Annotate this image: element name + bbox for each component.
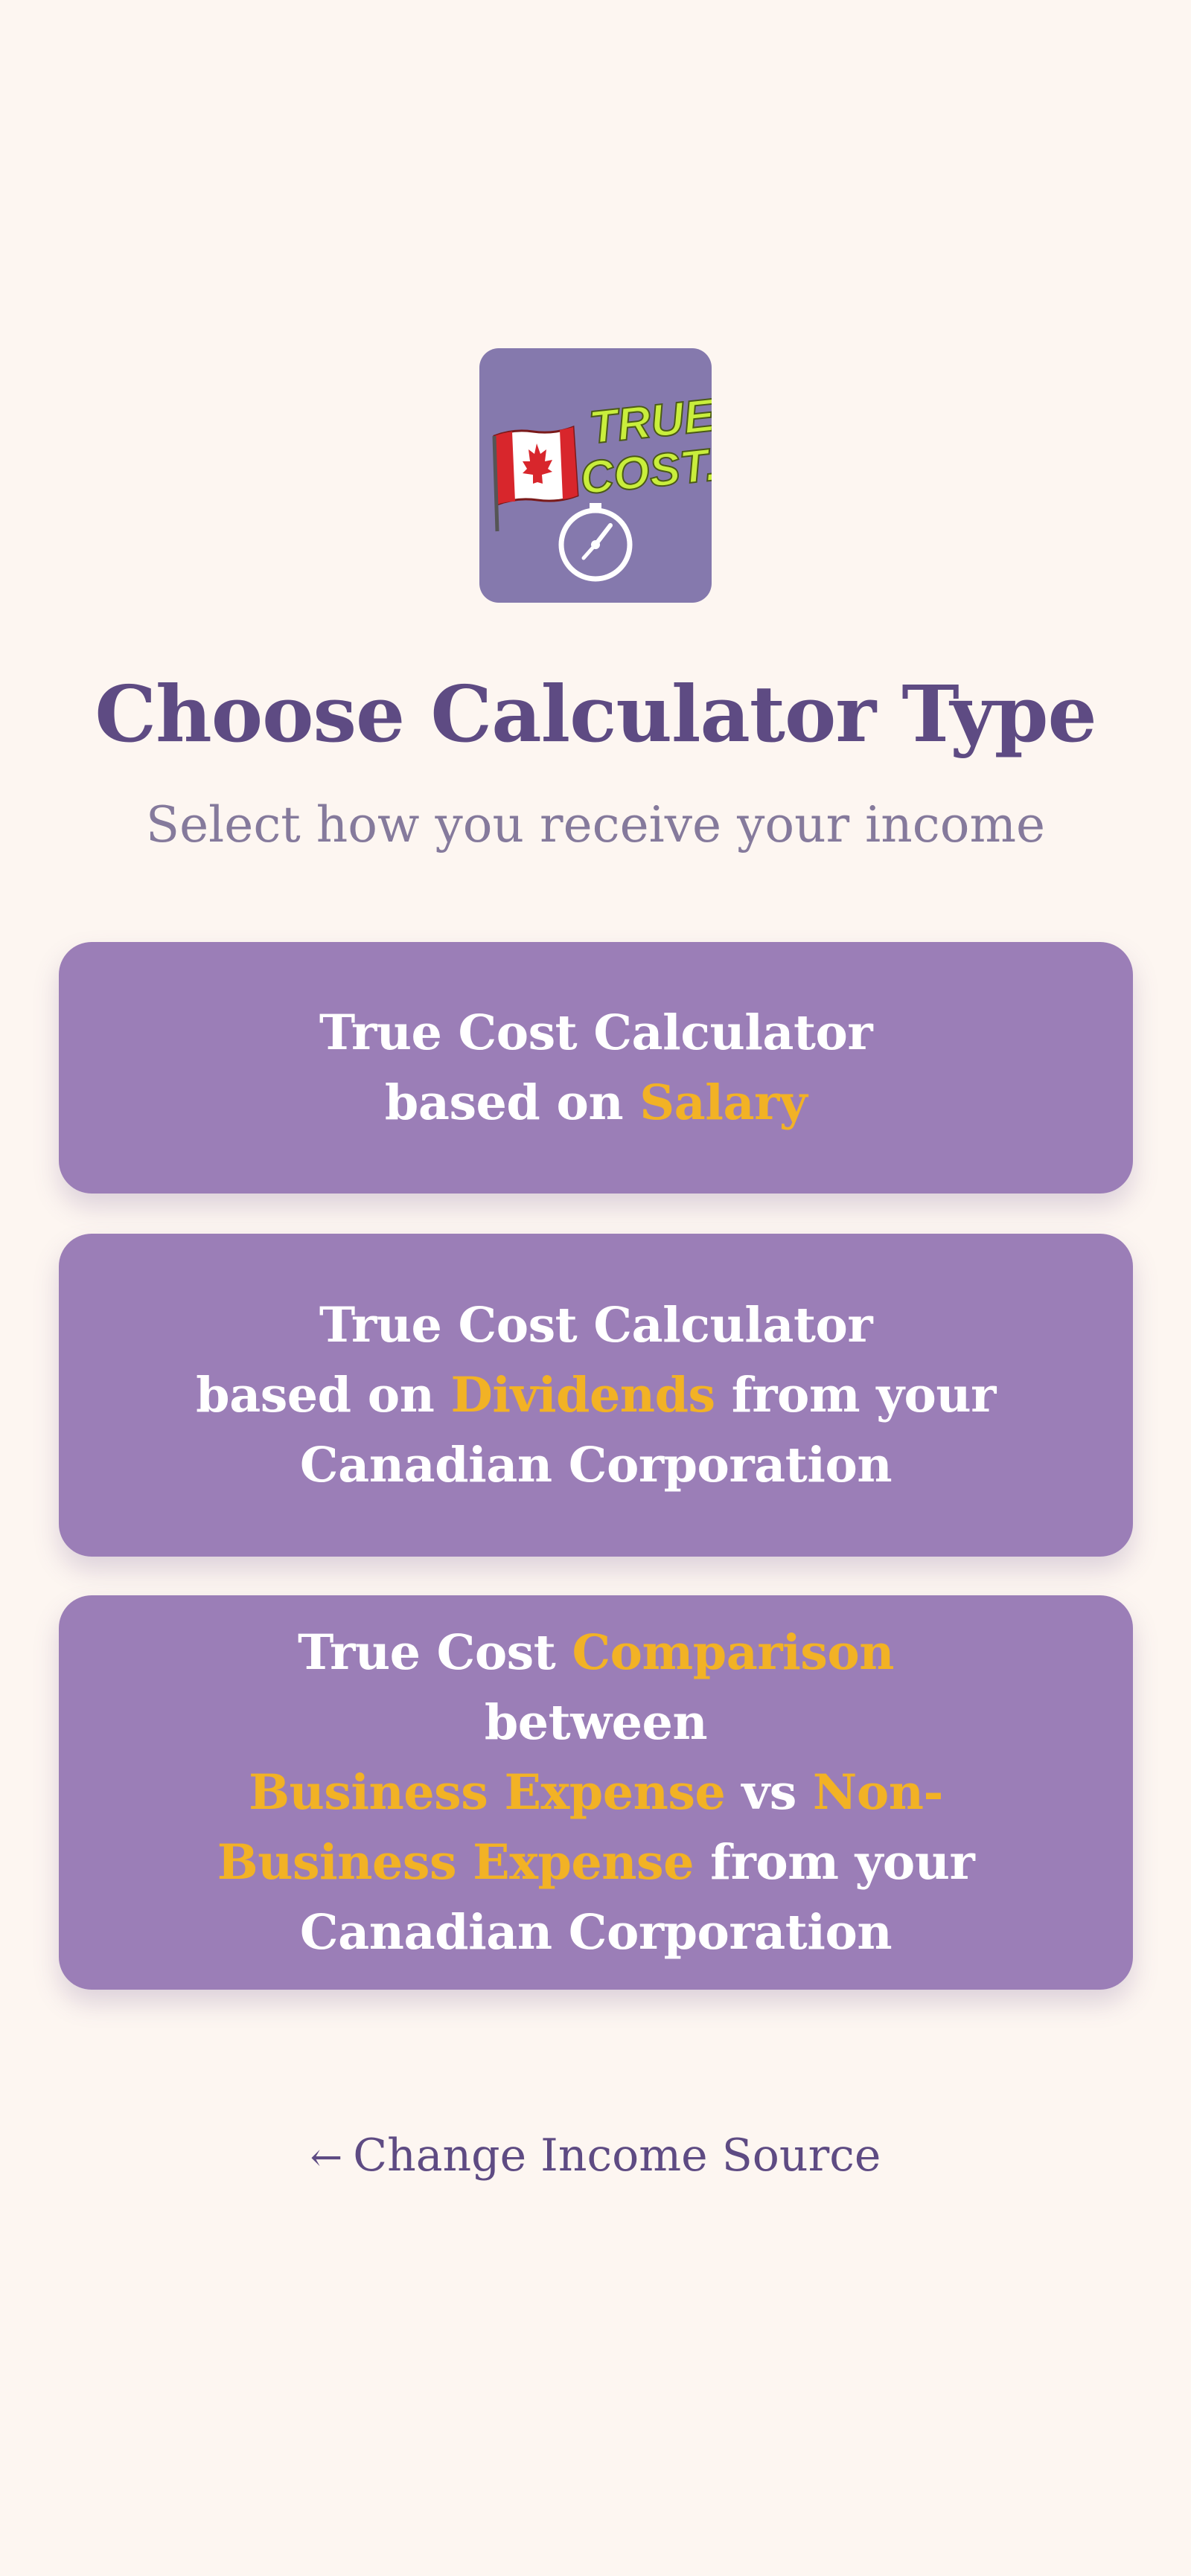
dividends-highlight: Dividends xyxy=(450,1367,715,1423)
dividends-calculator-label: True Cost Calculator based on Dividends … xyxy=(196,1290,996,1500)
business-expense-highlight: Business Expense xyxy=(249,1764,726,1821)
salary-highlight: Salary xyxy=(639,1074,808,1131)
change-income-source-link[interactable]: ← Change Income Source xyxy=(0,2130,1191,2182)
change-income-source-label: Change Income Source xyxy=(353,2130,881,2182)
expense-comparison-button[interactable]: True Cost Comparison between Business Ex… xyxy=(59,1595,1133,1990)
comparison-mid1: between xyxy=(484,1694,708,1751)
comparison-pre: True Cost xyxy=(297,1624,572,1681)
salary-calculator-label: True Cost Calculator based on Salary xyxy=(319,998,873,1138)
salary-calculator-button[interactable]: True Cost Calculator based on Salary xyxy=(59,942,1133,1194)
comparison-highlight: Comparison xyxy=(572,1624,895,1681)
dividends-line3: Canadian Corporation xyxy=(299,1437,893,1493)
back-arrow-icon: ← xyxy=(310,2136,343,2180)
app-logo: TRUE COST... xyxy=(479,348,712,603)
page-subtitle: Select how you receive your income xyxy=(145,796,1046,853)
page-title: Choose Calculator Type xyxy=(95,668,1096,760)
salary-pre: based on xyxy=(384,1074,640,1131)
dividends-post: from your xyxy=(715,1367,997,1423)
canada-flag-icon xyxy=(492,425,579,532)
expense-comparison-label: True Cost Comparison between Business Ex… xyxy=(179,1618,1013,1967)
dividends-line1: True Cost Calculator xyxy=(319,1297,873,1353)
dividends-calculator-button[interactable]: True Cost Calculator based on Dividends … xyxy=(59,1234,1133,1557)
salary-line1: True Cost Calculator xyxy=(319,1005,873,1061)
dividends-pre: based on xyxy=(196,1367,451,1423)
stopwatch-icon xyxy=(558,503,633,582)
comparison-mid2: vs xyxy=(725,1764,813,1821)
